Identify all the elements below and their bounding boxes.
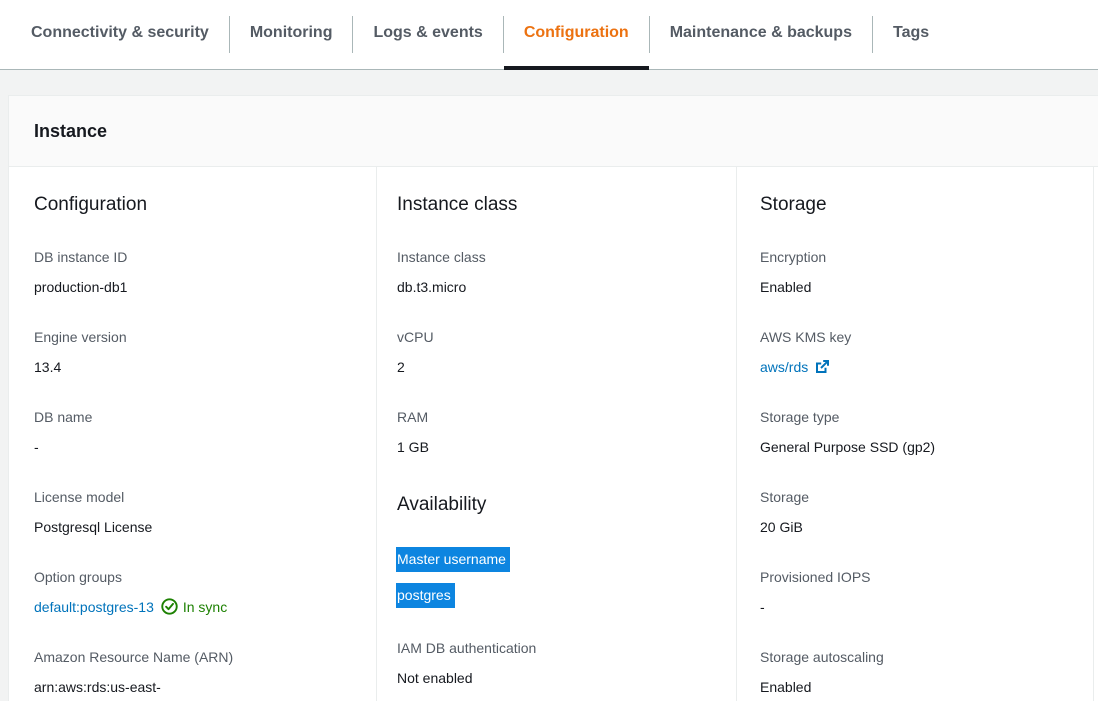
field-value: Not enabled: [397, 668, 716, 688]
field-value: arn:aws:rds:us-east-: [34, 677, 356, 697]
instance-panel-body: Configuration DB instance ID production-…: [9, 167, 1098, 701]
detail-tabs: Connectivity & security Monitoring Logs …: [0, 0, 1098, 70]
field-label: Option groups: [34, 567, 356, 587]
field-ram: RAM 1 GB: [397, 407, 716, 457]
field-option-groups: Option groups default:postgres-13 In sync: [34, 567, 356, 617]
field-value: 13.4: [34, 357, 356, 377]
field-engine-version: Engine version 13.4: [34, 327, 356, 377]
tab-label: Maintenance & backups: [670, 24, 852, 42]
field-value: production-db1: [34, 277, 356, 297]
field-storage-autoscaling: Storage autoscaling Enabled: [760, 647, 1073, 697]
tab-label: Monitoring: [250, 24, 333, 42]
tab-label: Logs & events: [373, 24, 482, 42]
field-label: Provisioned IOPS: [760, 567, 1073, 587]
field-iam-db-auth: IAM DB authentication Not enabled: [397, 638, 716, 688]
field-value: General Purpose SSD (gp2): [760, 437, 1073, 457]
field-instance-class: Instance class db.t3.micro: [397, 247, 716, 297]
field-label: Storage: [760, 487, 1073, 507]
cropped-fourth-column: [1093, 167, 1098, 701]
tab-configuration[interactable]: Configuration: [504, 0, 649, 70]
instance-panel-header: Instance: [9, 96, 1098, 167]
field-db-instance-id: DB instance ID production-db1: [34, 247, 356, 297]
field-license-model: License model Postgresql License: [34, 487, 356, 537]
configuration-column: Configuration DB instance ID production-…: [9, 167, 376, 701]
instance-class-column: Instance class Instance class db.t3.micr…: [376, 167, 736, 701]
field-label: Storage type: [760, 407, 1073, 427]
column-title-configuration: Configuration: [34, 193, 356, 217]
tab-connectivity-security[interactable]: Connectivity & security: [11, 0, 229, 70]
field-value: -: [760, 597, 1073, 617]
column-title-storage: Storage: [760, 193, 1073, 217]
column-title-instance-class: Instance class: [397, 193, 716, 217]
field-value: db.t3.micro: [397, 277, 716, 297]
field-label: Storage autoscaling: [760, 647, 1073, 667]
field-label: AWS KMS key: [760, 327, 1073, 347]
tab-label: Tags: [893, 24, 929, 42]
selected-text: Master username: [396, 547, 510, 572]
field-label: DB instance ID: [34, 247, 356, 267]
field-value: 1 GB: [397, 437, 716, 457]
selected-text: postgres: [396, 583, 455, 608]
field-master-username: Master username postgres: [397, 547, 716, 608]
field-value: 20 GiB: [760, 517, 1073, 537]
field-label: RAM: [397, 407, 716, 427]
check-circle-icon: [161, 598, 178, 615]
field-storage-type: Storage type General Purpose SSD (gp2): [760, 407, 1073, 457]
storage-column: Storage Encryption Enabled AWS KMS key a…: [736, 167, 1093, 701]
instance-panel: Instance Configuration DB instance ID pr…: [8, 95, 1098, 701]
field-label: IAM DB authentication: [397, 638, 716, 658]
field-arn: Amazon Resource Name (ARN) arn:aws:rds:u…: [34, 647, 356, 697]
field-value: 2: [397, 357, 716, 377]
field-provisioned-iops: Provisioned IOPS -: [760, 567, 1073, 617]
field-value: Enabled: [760, 677, 1073, 697]
column-title-availability: Availability: [397, 493, 716, 517]
external-link-icon[interactable]: [814, 359, 830, 375]
field-db-name: DB name -: [34, 407, 356, 457]
field-label: Engine version: [34, 327, 356, 347]
field-label: License model: [34, 487, 356, 507]
tab-monitoring[interactable]: Monitoring: [230, 0, 353, 70]
tab-label: Configuration: [524, 24, 629, 42]
field-label: Instance class: [397, 247, 716, 267]
field-value: -: [34, 437, 356, 457]
field-vcpu: vCPU 2: [397, 327, 716, 377]
field-label: DB name: [34, 407, 356, 427]
panel-title: Instance: [34, 121, 1098, 142]
field-value: Postgresql License: [34, 517, 356, 537]
field-label: vCPU: [397, 327, 716, 347]
tab-logs-events[interactable]: Logs & events: [353, 0, 502, 70]
kms-key-link[interactable]: aws/rds: [760, 359, 808, 375]
tab-label: Connectivity & security: [31, 24, 209, 42]
field-aws-kms-key: AWS KMS key aws/rds: [760, 327, 1073, 377]
field-encryption: Encryption Enabled: [760, 247, 1073, 297]
option-group-status: In sync: [183, 599, 227, 615]
field-label: Encryption: [760, 247, 1073, 267]
tab-maintenance-backups[interactable]: Maintenance & backups: [650, 0, 872, 70]
option-group-link[interactable]: default:postgres-13: [34, 599, 154, 615]
field-storage-size: Storage 20 GiB: [760, 487, 1073, 537]
field-value: Enabled: [760, 277, 1073, 297]
field-label: Amazon Resource Name (ARN): [34, 647, 356, 667]
tab-tags[interactable]: Tags: [873, 0, 949, 70]
